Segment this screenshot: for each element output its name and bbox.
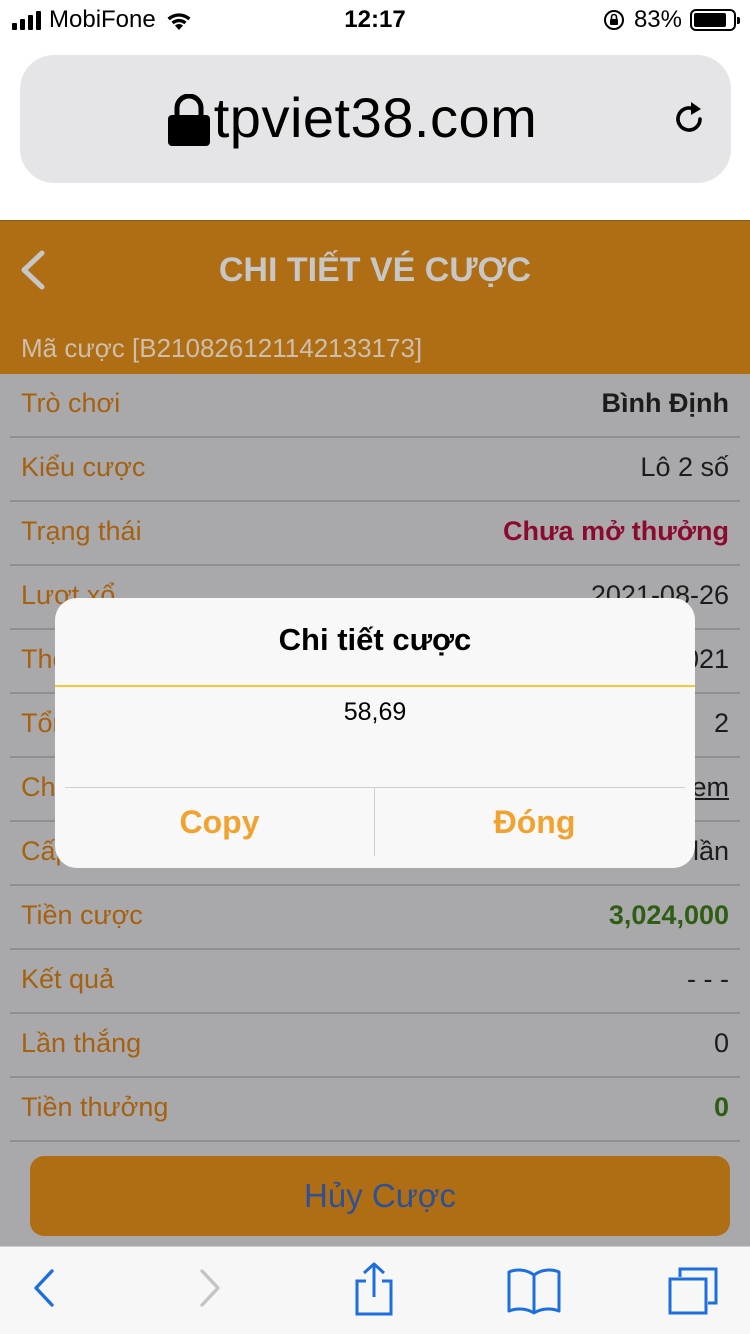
url-text[interactable]: tpviet38.com xyxy=(20,85,731,150)
battery-percent: 83% xyxy=(633,6,682,33)
status-right: 83% xyxy=(602,6,740,34)
detail-label: Trạng thái xyxy=(21,516,142,546)
cancel-bet-button[interactable]: Hủy Cược xyxy=(30,1156,730,1236)
status-bar: MobiFone 12:17 83% xyxy=(0,0,750,42)
rotation-lock-icon xyxy=(603,10,624,30)
detail-value: lần xyxy=(692,836,729,866)
detail-label: Lần thắng xyxy=(21,1028,142,1058)
reload-icon[interactable] xyxy=(670,100,708,138)
detail-row-stake: Tiền cược 3,024,000 xyxy=(10,886,740,950)
bet-detail-dialog: Chi tiết cược 58,69 Copy Đóng xyxy=(55,598,695,868)
detail-row-game: Trò chơi Bình Định xyxy=(10,374,740,438)
share-icon[interactable] xyxy=(352,1261,396,1317)
detail-value: 2 xyxy=(713,708,729,738)
detail-row-prize: Tiền thưởng 0 xyxy=(10,1078,740,1142)
detail-value: 3,024,000 xyxy=(608,900,729,930)
status-badge: Chưa mở thưởng xyxy=(503,516,729,546)
detail-row-result: Kết quả - - - xyxy=(10,950,740,1014)
address-bar[interactable]: tpviet38.com xyxy=(20,55,731,183)
detail-row-wins: Lần thắng 0 xyxy=(10,1014,740,1078)
detail-label: Kết quả xyxy=(21,964,115,994)
copy-button[interactable]: Copy xyxy=(60,788,379,856)
detail-label: Tiền thưởng xyxy=(21,1092,169,1122)
detail-row-bet-type: Kiểu cược Lô 2 số xyxy=(10,438,740,502)
detail-value: 0 xyxy=(713,1028,729,1058)
dialog-title: Chi tiết cược xyxy=(278,622,472,657)
detail-label: Tiền cược xyxy=(21,900,143,930)
close-button[interactable]: Đóng xyxy=(375,788,694,856)
page-header: CHI TIẾT VÉ CƯỢC Mã cược [B2108261211421… xyxy=(0,221,750,374)
tabs-icon[interactable] xyxy=(666,1265,720,1317)
bet-code: Mã cược [B210826121142133173] xyxy=(21,333,423,363)
browser-toolbar xyxy=(0,1246,750,1334)
detail-label: Kiểu cược xyxy=(21,452,146,482)
detail-row-status: Trạng thái Chưa mở thưởng xyxy=(10,502,740,566)
dialog-title-divider xyxy=(55,685,695,687)
bookmarks-icon[interactable] xyxy=(506,1267,562,1315)
detail-value: 0 xyxy=(713,1092,729,1122)
battery-icon xyxy=(690,9,740,31)
detail-value: Bình Định xyxy=(601,388,729,418)
page-title: CHI TIẾT VÉ CƯỢC xyxy=(218,251,532,289)
detail-label: Trò chơi xyxy=(21,388,121,418)
detail-value: - - - xyxy=(687,964,729,994)
lock-icon xyxy=(168,94,210,146)
detail-value: Lô 2 số xyxy=(640,452,729,482)
dialog-body: 58,69 xyxy=(343,698,407,726)
forward-icon[interactable] xyxy=(196,1263,224,1313)
back-icon[interactable] xyxy=(30,1263,58,1313)
